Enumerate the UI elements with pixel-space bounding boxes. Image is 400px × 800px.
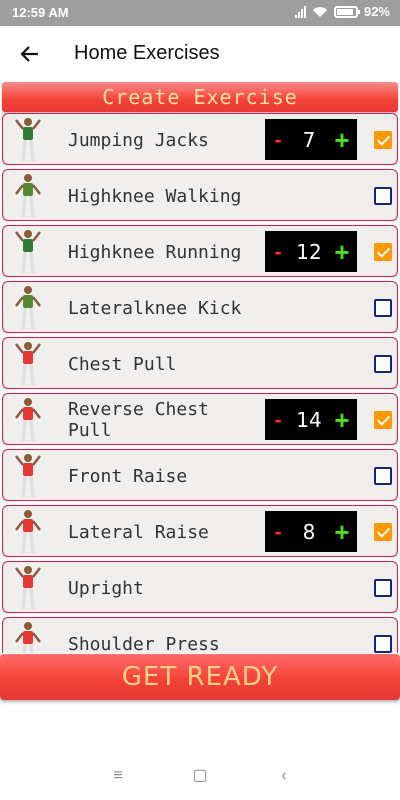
exercise-checkbox[interactable] xyxy=(374,243,392,261)
rep-count: 12 xyxy=(296,239,322,264)
exercise-row[interactable]: Lateral Raise -8 + xyxy=(2,505,398,557)
app-toolbar: Home Exercises xyxy=(0,26,400,82)
exercise-checkbox[interactable] xyxy=(374,355,392,373)
page-title: Home Exercises xyxy=(74,42,220,64)
exercise-name: Highknee Running xyxy=(68,241,242,263)
increment-button[interactable]: + xyxy=(333,239,351,265)
exercise-figure-icon xyxy=(15,566,41,610)
exercise-figure-icon xyxy=(15,342,41,386)
exercise-checkbox[interactable] xyxy=(374,523,392,541)
system-nav-bar: ≡ ▢ ‹ xyxy=(0,752,400,800)
exercise-name: Jumping Jacks xyxy=(68,129,209,151)
rep-count: 8 xyxy=(302,519,316,544)
exercise-figure-icon xyxy=(15,622,41,653)
quantity-stepper: -7 + xyxy=(265,119,357,160)
increment-button[interactable]: + xyxy=(333,127,351,153)
rep-count: 14 xyxy=(296,407,322,432)
exercise-figure-icon xyxy=(15,118,41,162)
exercise-figure-icon xyxy=(15,398,41,442)
menu-icon[interactable]: ≡ xyxy=(106,764,130,788)
exercise-figure-icon xyxy=(15,230,41,274)
decrement-button[interactable]: - xyxy=(271,519,285,545)
exercise-row[interactable]: Upright xyxy=(2,561,398,613)
exercise-row[interactable]: Jumping Jacks -7 + xyxy=(2,113,398,165)
home-icon[interactable]: ▢ xyxy=(188,764,212,788)
exercise-name: Lateralknee Kick xyxy=(68,297,242,319)
exercise-row[interactable]: Lateralknee Kick xyxy=(2,281,398,333)
battery-percent: 92% xyxy=(363,4,390,19)
battery-icon xyxy=(333,5,360,18)
exercise-name: Highknee Walking xyxy=(68,185,242,207)
quantity-stepper: -14 + xyxy=(265,399,357,440)
status-icons: 92% xyxy=(294,4,390,19)
exercise-figure-icon xyxy=(15,454,41,498)
exercise-checkbox[interactable] xyxy=(374,299,392,317)
exercise-checkbox[interactable] xyxy=(374,187,392,205)
wifi-icon xyxy=(312,6,327,17)
status-time: 12:59 AM xyxy=(12,5,69,20)
exercise-list[interactable]: Jumping Jacks -7 + Highknee Walking Highknee… xyxy=(0,113,400,653)
exercise-checkbox[interactable] xyxy=(374,467,392,485)
exercise-row[interactable]: Chest Pull xyxy=(2,337,398,389)
decrement-button[interactable]: - xyxy=(271,407,285,433)
exercise-checkbox[interactable] xyxy=(374,411,392,429)
exercise-name: Chest Pull xyxy=(68,353,177,375)
exercise-row[interactable]: Highknee Walking xyxy=(2,169,398,221)
exercise-row[interactable]: Reverse Chest Pull -14 + xyxy=(2,393,398,445)
exercise-row[interactable]: Highknee Running -12 + xyxy=(2,225,398,277)
exercise-checkbox[interactable] xyxy=(374,635,392,653)
exercise-checkbox[interactable] xyxy=(374,579,392,597)
exercise-figure-icon xyxy=(15,174,41,218)
quantity-stepper: -12 + xyxy=(265,231,357,272)
create-exercise-button[interactable]: Create Exercise xyxy=(2,82,398,112)
increment-button[interactable]: + xyxy=(333,519,351,545)
exercise-name: Shoulder Press xyxy=(68,633,220,654)
exercise-name: Upright xyxy=(68,577,144,599)
get-ready-button[interactable]: GET READY xyxy=(0,654,400,700)
exercise-checkbox[interactable] xyxy=(374,131,392,149)
increment-button[interactable]: + xyxy=(333,407,351,433)
back-nav-icon[interactable]: ‹ xyxy=(272,764,296,788)
exercise-name: Reverse Chest Pull xyxy=(68,399,209,441)
exercise-row[interactable]: Front Raise xyxy=(2,449,398,501)
signal-icon xyxy=(294,5,306,18)
decrement-button[interactable]: - xyxy=(271,127,285,153)
exercise-row[interactable]: Shoulder Press xyxy=(2,617,398,653)
exercise-name: Lateral Raise xyxy=(68,521,209,543)
exercise-name: Front Raise xyxy=(68,465,188,487)
status-bar: 12:59 AM 92% xyxy=(0,0,400,26)
exercise-figure-icon xyxy=(15,286,41,330)
rep-count: 7 xyxy=(302,127,316,152)
exercise-figure-icon xyxy=(15,510,41,554)
quantity-stepper: -8 + xyxy=(265,511,357,552)
decrement-button[interactable]: - xyxy=(271,239,285,265)
arrow-back-icon[interactable] xyxy=(14,38,46,70)
